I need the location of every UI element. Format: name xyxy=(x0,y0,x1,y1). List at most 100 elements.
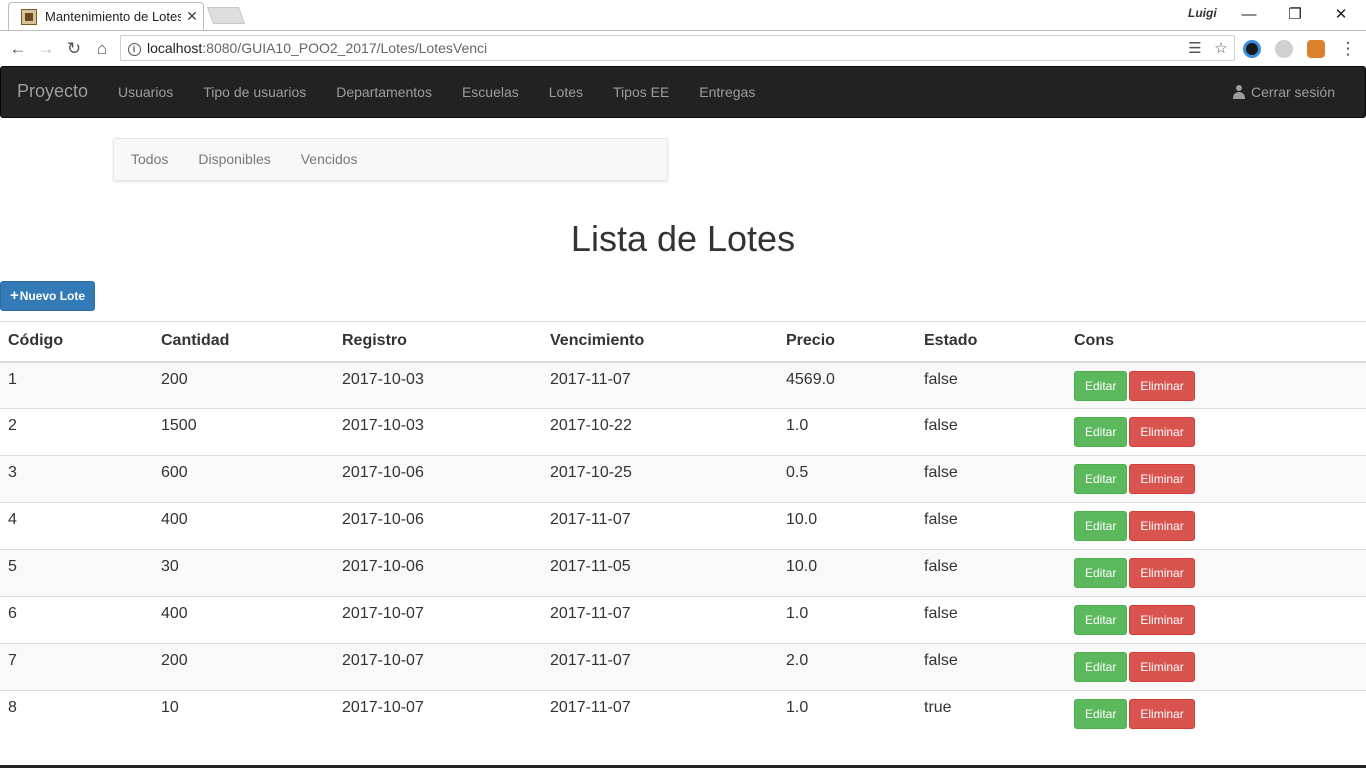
nav-link-escuelas[interactable]: Escuelas xyxy=(447,67,534,117)
home-icon[interactable]: ⌂ xyxy=(88,35,116,63)
edit-button[interactable]: Editar xyxy=(1074,417,1128,447)
cell-actions: Editar Eliminar xyxy=(1066,408,1366,456)
cell-codigo: 3 xyxy=(0,455,153,503)
cell-registro: 2017-10-03 xyxy=(334,361,542,409)
delete-button[interactable]: Eliminar xyxy=(1129,464,1195,494)
cell-vencimiento: 2017-10-25 xyxy=(542,455,778,503)
cell-registro: 2017-10-07 xyxy=(334,596,542,644)
window-close-icon[interactable]: ✕ xyxy=(1318,0,1364,28)
delete-button[interactable]: Eliminar xyxy=(1129,370,1195,401)
url-path: :8080/GUIA10_POO2_2017/Lotes/LotesVenci xyxy=(202,40,488,56)
delete-button[interactable]: Eliminar xyxy=(1129,558,1195,588)
cell-registro: 2017-10-06 xyxy=(334,502,542,550)
extension-fox-icon[interactable] xyxy=(1307,40,1325,58)
cell-actions: Editar Eliminar xyxy=(1066,690,1366,738)
cell-registro: 2017-10-07 xyxy=(334,643,542,691)
favicon-icon xyxy=(21,8,37,25)
profile-name[interactable]: Luigi xyxy=(1188,6,1217,20)
forward-icon[interactable]: → xyxy=(32,35,60,63)
cell-vencimiento: 2017-11-05 xyxy=(542,549,778,597)
cell-cantidad: 200 xyxy=(153,361,334,409)
cell-vencimiento: 2017-11-07 xyxy=(542,502,778,550)
tab-title: Mantenimiento de Lotes xyxy=(45,9,181,24)
tab-close-icon[interactable]: ✕ xyxy=(181,8,203,25)
new-lote-button[interactable]: + Nuevo Lote xyxy=(0,281,95,311)
header-registro: Registro xyxy=(334,321,542,363)
cell-estado: true xyxy=(916,690,1066,738)
cell-cantidad: 10 xyxy=(153,690,334,738)
cell-cantidad: 1500 xyxy=(153,408,334,456)
cell-precio: 2.0 xyxy=(778,643,916,691)
address-bar[interactable]: i localhost:8080/GUIA10_POO2_2017/Lotes/… xyxy=(120,35,1235,61)
delete-button[interactable]: Eliminar xyxy=(1129,699,1195,729)
filter-disponibles[interactable]: Disponibles xyxy=(183,139,285,180)
back-icon[interactable]: ← xyxy=(4,35,32,63)
filter-todos[interactable]: Todos xyxy=(116,139,183,180)
new-tab-button[interactable] xyxy=(206,7,246,24)
edit-button[interactable]: Editar xyxy=(1074,605,1128,635)
skype-extension-icon[interactable] xyxy=(1275,40,1293,58)
translate-icon[interactable]: ☰ xyxy=(1182,39,1208,57)
cell-estado: false xyxy=(916,643,1066,691)
table-row: 8 10 2017-10-07 2017-11-07 1.0 true Editar Elim… xyxy=(0,690,1366,738)
cell-estado: false xyxy=(916,502,1066,550)
url-host: localhost xyxy=(147,40,203,56)
filter-vencidos[interactable]: Vencidos xyxy=(286,139,373,180)
cell-estado: false xyxy=(916,408,1066,456)
delete-button[interactable]: Eliminar xyxy=(1129,605,1195,635)
url-text[interactable]: localhost:8080/GUIA10_POO2_2017/Lotes/Lo… xyxy=(147,40,1182,56)
cell-cantidad: 400 xyxy=(153,596,334,644)
cell-codigo: 8 xyxy=(0,690,153,738)
reload-icon[interactable]: ↻ xyxy=(60,35,88,63)
nav-link-entregas[interactable]: Entregas xyxy=(684,67,770,117)
cell-actions: Editar Eliminar xyxy=(1066,455,1366,503)
browser-menu-icon[interactable]: ⋮ xyxy=(1334,35,1362,63)
delete-button[interactable]: Eliminar xyxy=(1129,511,1195,541)
navbar-links: Usuarios Tipo de usuarios Departamentos … xyxy=(103,67,770,117)
nav-link-tipos-ee[interactable]: Tipos EE xyxy=(598,67,684,117)
edit-button[interactable]: Editar xyxy=(1074,464,1128,494)
site-info-icon[interactable]: i xyxy=(121,41,147,56)
cell-precio: 1.0 xyxy=(778,596,916,644)
table-row: 5 30 2017-10-06 2017-11-05 10.0 false Editar El… xyxy=(0,549,1366,597)
nav-link-lotes[interactable]: Lotes xyxy=(534,67,598,117)
cell-actions: Editar Eliminar xyxy=(1066,643,1366,691)
minimize-icon[interactable]: — xyxy=(1226,0,1272,28)
extension-color-icon[interactable] xyxy=(1243,40,1261,58)
nav-link-usuarios[interactable]: Usuarios xyxy=(103,67,188,117)
page-title: Lista de Lotes xyxy=(570,218,796,259)
nav-link-tipo-usuarios[interactable]: Tipo de usuarios xyxy=(188,67,321,117)
cell-precio: 1.0 xyxy=(778,408,916,456)
header-codigo: Código xyxy=(0,321,153,363)
cell-precio: 1.0 xyxy=(778,690,916,738)
new-lote-label: Nuevo Lote xyxy=(19,289,86,303)
table-row: 6 400 2017-10-07 2017-11-07 1.0 false Editar El… xyxy=(0,596,1366,644)
cell-codigo: 4 xyxy=(0,502,153,550)
edit-button[interactable]: Editar xyxy=(1074,511,1128,541)
logout-link[interactable]: Cerrar sesión xyxy=(1232,67,1335,117)
restore-icon[interactable]: ❐ xyxy=(1272,0,1318,28)
logout-label: Cerrar sesión xyxy=(1250,84,1335,100)
edit-button[interactable]: Editar xyxy=(1074,558,1128,588)
delete-button[interactable]: Eliminar xyxy=(1129,652,1195,682)
header-cantidad: Cantidad xyxy=(153,321,334,363)
cell-cantidad: 30 xyxy=(153,549,334,597)
cell-cantidad: 200 xyxy=(153,643,334,691)
edit-button[interactable]: Editar xyxy=(1074,652,1128,682)
table-row: 1 200 2017-10-03 2017-11-07 4569.0 false Edita… xyxy=(0,361,1366,409)
cell-registro: 2017-10-03 xyxy=(334,408,542,456)
bookmark-star-icon[interactable]: ☆ xyxy=(1208,39,1234,57)
cell-estado: false xyxy=(916,549,1066,597)
lotes-table: Código Cantidad Registro Vencimiento Pre… xyxy=(0,321,1366,738)
browser-tab[interactable]: Mantenimiento de Lotes ✕ xyxy=(8,2,204,30)
cell-vencimiento: 2017-11-07 xyxy=(542,690,778,738)
cell-actions: Editar Eliminar xyxy=(1066,596,1366,644)
cell-registro: 2017-10-07 xyxy=(334,690,542,738)
browser-toolbar: ← → ↻ ⌂ i localhost:8080/GUIA10_POO2_201… xyxy=(0,30,1366,66)
navbar-brand[interactable]: Proyecto xyxy=(17,81,88,102)
delete-button[interactable]: Eliminar xyxy=(1129,417,1195,447)
table-row: 7 200 2017-10-07 2017-11-07 2.0 false Editar El… xyxy=(0,643,1366,691)
nav-link-departamentos[interactable]: Departamentos xyxy=(321,67,447,117)
edit-button[interactable]: Editar xyxy=(1074,699,1128,729)
edit-button[interactable]: Editar xyxy=(1074,370,1128,401)
